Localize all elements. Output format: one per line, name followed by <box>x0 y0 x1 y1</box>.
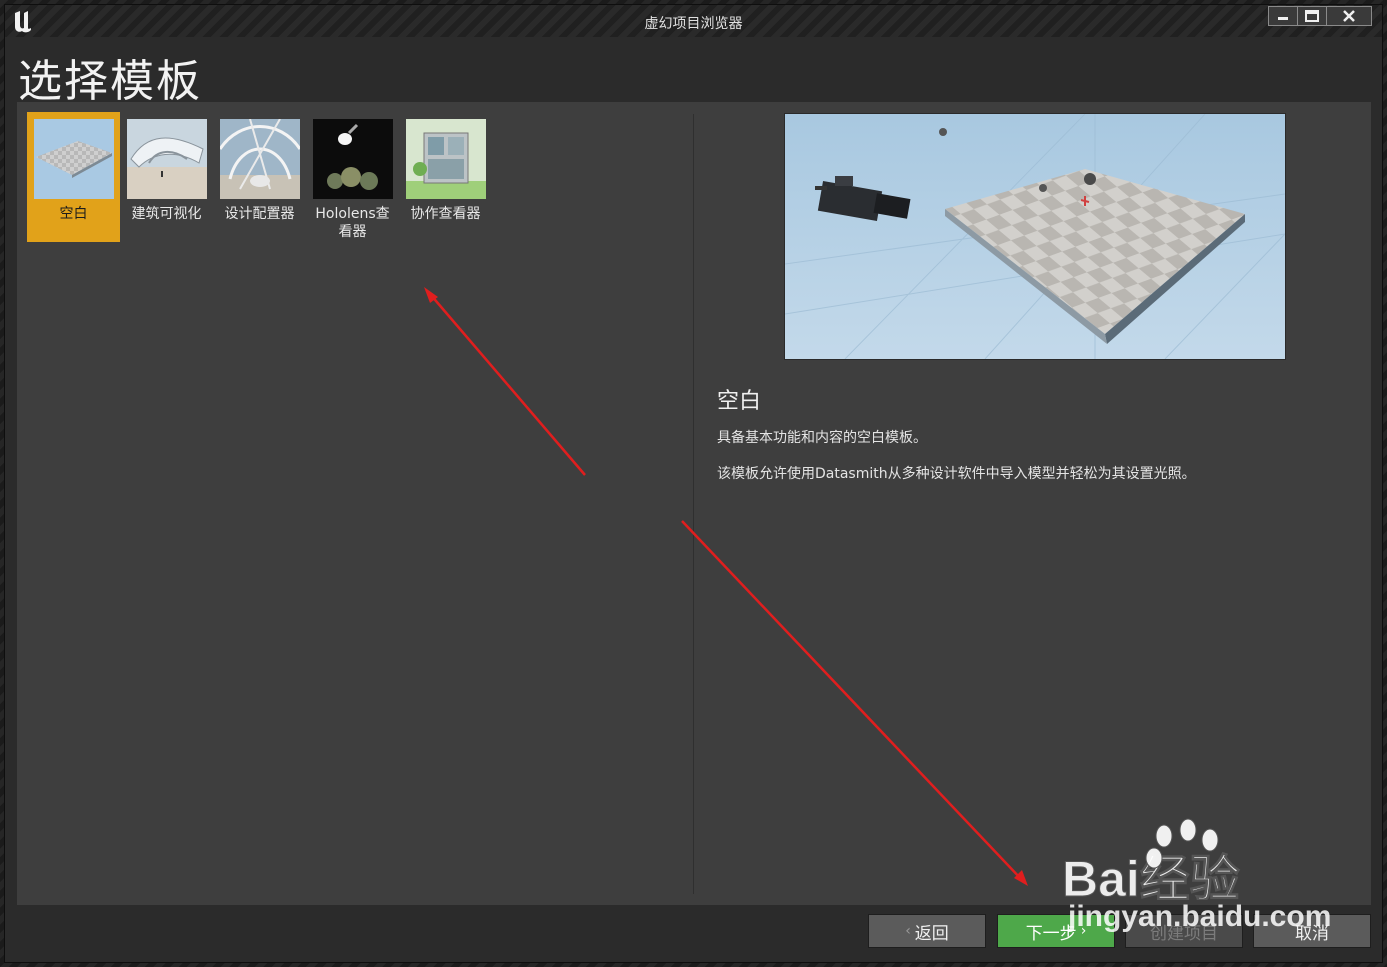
template-description-1: 具备基本功能和内容的空白模板。 <box>717 430 927 446</box>
template-label: 设计配置器 <box>224 206 295 222</box>
close-icon <box>1343 10 1355 22</box>
template-label: 建筑可视化 <box>131 206 202 222</box>
template-label: 空白 <box>59 206 88 222</box>
collab-viewer-thumbnail <box>405 119 486 199</box>
arch-viz-thumbnail <box>126 119 207 199</box>
watermark-url: jingyan.baidu.com <box>1068 900 1332 933</box>
back-button-label: 返回 <box>914 923 949 944</box>
template-tile-collab-viewer[interactable]: 协作查看器 <box>399 112 492 242</box>
template-preview-image <box>784 113 1286 360</box>
minimize-button[interactable] <box>1268 6 1298 26</box>
template-label: 协作查看器 <box>410 206 481 222</box>
baidu-logo-icon: Bai经验 <box>1062 818 1240 900</box>
title-bar[interactable]: 虚幻项目浏览器 <box>5 5 1382 37</box>
maximize-icon <box>1305 10 1319 22</box>
design-configurator-thumbnail <box>219 119 300 199</box>
template-tile-design-configurator[interactable]: 设计配置器 <box>213 112 306 242</box>
maximize-button[interactable] <box>1297 6 1327 26</box>
template-tile-hololens-viewer[interactable]: Hololens查看器 <box>306 112 399 242</box>
template-list: 空白 建筑可视化 设计配置器 Hololens查看器 协作查看器 <box>27 112 492 242</box>
window-title: 虚幻项目浏览器 <box>644 16 743 32</box>
blank-template-thumbnail <box>33 119 114 199</box>
panel-divider <box>693 114 694 894</box>
template-tile-arch-viz[interactable]: 建筑可视化 <box>120 112 213 242</box>
minimize-icon <box>1278 17 1288 20</box>
template-tile-blank[interactable]: 空白 <box>27 112 120 242</box>
hololens-viewer-thumbnail <box>312 119 393 199</box>
template-panel: 空白 建筑可视化 设计配置器 Hololens查看器 协作查看器 空白 具备基本… <box>17 102 1371 905</box>
back-button[interactable]: ‹ 返回 <box>868 914 986 948</box>
template-label: Hololens查看器 <box>315 206 390 240</box>
template-details-title: 空白 <box>717 389 762 414</box>
template-description-2: 该模板允许使用Datasmith从多种设计软件中导入模型并轻松为其设置光照。 <box>717 466 1196 482</box>
window-controls <box>1268 6 1372 26</box>
close-button[interactable] <box>1326 6 1372 26</box>
chevron-left-icon: ‹ <box>905 923 911 939</box>
page-title: 选择模板 <box>18 56 202 107</box>
